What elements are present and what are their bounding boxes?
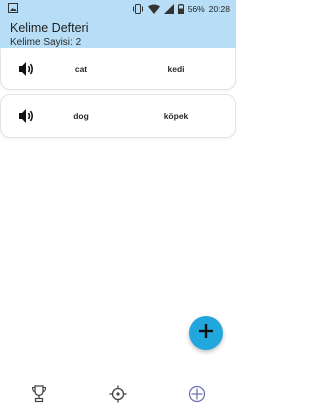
signal-icon [163,3,174,14]
bottom-nav [0,384,236,408]
plus-icon [198,323,214,344]
nav-item-trophy[interactable] [29,384,49,408]
battery-percent: 56% [187,3,205,14]
word-card[interactable]: cat kedi [0,48,236,90]
battery-icon [177,3,184,14]
word-english: cat [74,64,88,74]
app-header: Kelime Defteri Kelime Sayisi: 2 [0,17,236,51]
nav-item-add[interactable] [187,385,207,408]
add-word-button[interactable] [189,316,223,350]
status-bar: 56% 20:28 [0,0,236,17]
add-circle-icon [188,385,206,408]
vibrate-icon [132,3,144,14]
word-card[interactable]: dog köpek [0,94,236,138]
target-icon [109,385,127,408]
clock: 20:28 [208,3,230,14]
word-turkish: kedi [167,64,185,74]
nav-item-target[interactable] [108,385,128,408]
word-turkish: köpek [163,111,189,121]
word-english: dog [73,111,89,121]
wifi-icon [147,4,160,14]
speaker-icon[interactable] [18,108,36,124]
speaker-icon[interactable] [18,61,36,77]
image-icon [8,0,18,18]
page-title: Kelime Defteri [10,21,89,35]
trophy-icon [31,384,47,408]
